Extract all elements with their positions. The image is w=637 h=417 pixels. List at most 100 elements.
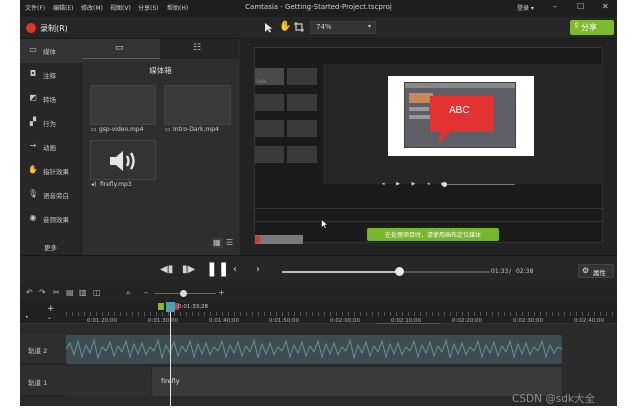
close-icon[interactable]: ✕ [602,2,609,11]
zoom-select[interactable]: 74% ▾ [310,21,376,34]
preview-progress-knob [442,182,447,187]
add-track-icon[interactable]: + [47,304,55,314]
step-forward-icon[interactable]: ▮▶ [182,264,195,275]
tool-label: 指针效果 [43,168,69,176]
hint-text: 在处理项目时，请使用画布定位媒体 [384,232,481,239]
magnet-icon[interactable]: • [25,314,29,321]
tab-media-bin[interactable]: ▭ [82,39,160,59]
cursor-effect-icon: ✋ [28,165,38,174]
record-icon[interactable] [26,23,36,33]
track-header-1[interactable]: 轨道 1 [20,366,66,396]
cut-icon[interactable]: ✂ [53,288,60,297]
preview-panel [255,94,284,111]
tool-transitions[interactable]: ◩ 转场 [20,87,82,111]
preview-clip [255,235,303,244]
callout-text: ABC [449,105,470,116]
track-name: 轨道 1 [28,379,48,387]
tool-label: 注释 [43,72,56,80]
previous-icon[interactable]: ‹ [233,264,237,275]
hint-badge: 在处理项目时，请使用画布定位媒体 [367,228,499,241]
timeline-ruler[interactable]: + • ⌄ 0:01:20;00 0:01:30;00 0:01:40;00 0… [20,302,617,325]
title-bar: 文件(F) 编辑(E) 修改(M) 视图(V) 分享(S) 帮助(H) Camt… [20,0,617,17]
zoom-out-icon[interactable]: – [144,288,148,297]
properties-button[interactable]: ⚙ 属性 [578,264,614,278]
preview-clip-marker [255,236,260,243]
split-icon[interactable]: ◫ [93,288,101,297]
redo-icon[interactable]: ↷ [39,288,46,297]
tool-animations[interactable]: → 动画 [20,135,82,159]
library-icon[interactable]: ☷ [193,43,201,53]
preview-panel [287,94,317,111]
tool-label: 动画 [43,144,56,152]
preview-panel [287,68,317,85]
list-view-icon[interactable]: ☰ [226,238,236,248]
record-button[interactable]: 录制(R) [40,23,68,34]
annotation-icon: ◘ [29,69,37,78]
cursor-icon [321,219,328,229]
tool-behaviors[interactable]: ▞ 行为 [20,111,82,135]
collapse-icon[interactable]: ⌄ [47,314,52,321]
in-point-marker[interactable] [158,303,164,310]
preview-progress-track [443,184,515,185]
media-bin-title: 媒体箱 [149,66,172,75]
firefly-clip[interactable]: firefly [152,367,562,396]
undo-icon[interactable]: ↶ [26,288,33,297]
film-icon: ▭ [115,43,124,53]
chevron-down-icon: ▾ [367,23,371,30]
login-link[interactable]: 登录 ▾ [517,3,534,12]
playhead-line[interactable] [170,302,171,406]
media-type-icon: ▭ [91,126,97,133]
audio-effect-icon: ◉ [29,213,37,222]
share-icon: ⇪ [573,21,580,30]
share-button[interactable]: ⇪ 分享 [570,20,614,35]
tool-annotations[interactable]: ◘ 注释 [20,63,82,87]
scrub-handle[interactable] [395,267,404,276]
tool-label: 转场 [43,96,56,104]
crop-icon[interactable] [294,22,304,32]
media-label: gsp-video.mp4 [99,126,144,133]
media-type-icon: ◂) [91,181,97,188]
media-bin: ▭ ☷ 媒体箱 ▭ gsp-video.mp4 ▭ Intro-Dark.mp4… [82,39,239,255]
tool-media[interactable]: ▭ 媒体 [20,39,82,63]
media-thumb-firefly[interactable] [90,140,156,180]
track-1-empty [66,367,151,396]
minimize-icon[interactable]: – [553,2,557,11]
grid-view-icon[interactable]: ▦ [213,238,223,248]
waveform [66,338,562,360]
speaker-icon [110,151,135,171]
more-tools-button[interactable]: 更多 [44,242,57,252]
tool-voice-narration[interactable]: 🎙 语音旁白 [20,183,82,207]
canvas[interactable]: Folio ABC ◂ ▶ ▶ ◂ ▸ [254,47,604,244]
media-bin-tabs: ▭ ☷ [82,39,239,59]
media-icon: ▭ [29,45,37,54]
tool-audio-effects[interactable]: ◉ 音频效果 [20,207,82,231]
preview-browser-bar [405,83,515,88]
playback-bar: ◀▮ ▮▶ ❚❚ ‹ › 01:33 / 02:38 ⚙ 属性 [20,255,617,285]
watermark: CSDN @sdk大全 [512,393,595,405]
maximize-icon[interactable]: ☐ [577,2,584,11]
tool-cursor-effects[interactable]: ✋ 指针效果 [20,159,82,183]
media-type-icon: ▭ [165,126,171,133]
tools-panel: ▭ 媒体 ◘ 注释 ◩ 转场 ▞ 行为 → 动画 ✋ 指针效果 🎙 语音旁白 ◉ [20,39,82,255]
media-thumb-gsp-video[interactable] [90,85,156,125]
playhead-time: 0:01:33;28 [178,304,209,310]
search-icon[interactable]: ⌕ [126,288,130,298]
track-header-2[interactable]: 轨道 2 [20,334,66,364]
timeline-zoom-handle[interactable] [180,290,187,297]
hand-icon[interactable]: ✋ [279,21,291,32]
preview-player-controls: ◂ ▶ ▶ ◂ ▸ [382,181,449,187]
timeline-toolbar: ↶ ↷ ✂ ▤ ▥ ◫ ⌕ – + [20,285,617,302]
pointer-icon[interactable] [264,22,274,33]
track-2-clip[interactable] [66,335,562,364]
pause-button[interactable]: ❚❚ [206,261,229,277]
zoom-in-icon[interactable]: + [218,288,225,297]
media-thumb-intro-dark[interactable] [164,85,231,125]
next-icon[interactable]: › [256,264,260,275]
media-label: Intro-Dark.mp4 [173,126,219,133]
paste-icon[interactable]: ▥ [79,288,87,297]
tool-label: 音频效果 [43,216,69,224]
copy-icon[interactable]: ▤ [66,288,74,297]
camtasia-window: 文件(F) 编辑(E) 修改(M) 视图(V) 分享(S) 帮助(H) Camt… [20,0,617,406]
step-back-icon[interactable]: ◀▮ [160,264,173,275]
playhead-handle[interactable] [166,302,175,312]
